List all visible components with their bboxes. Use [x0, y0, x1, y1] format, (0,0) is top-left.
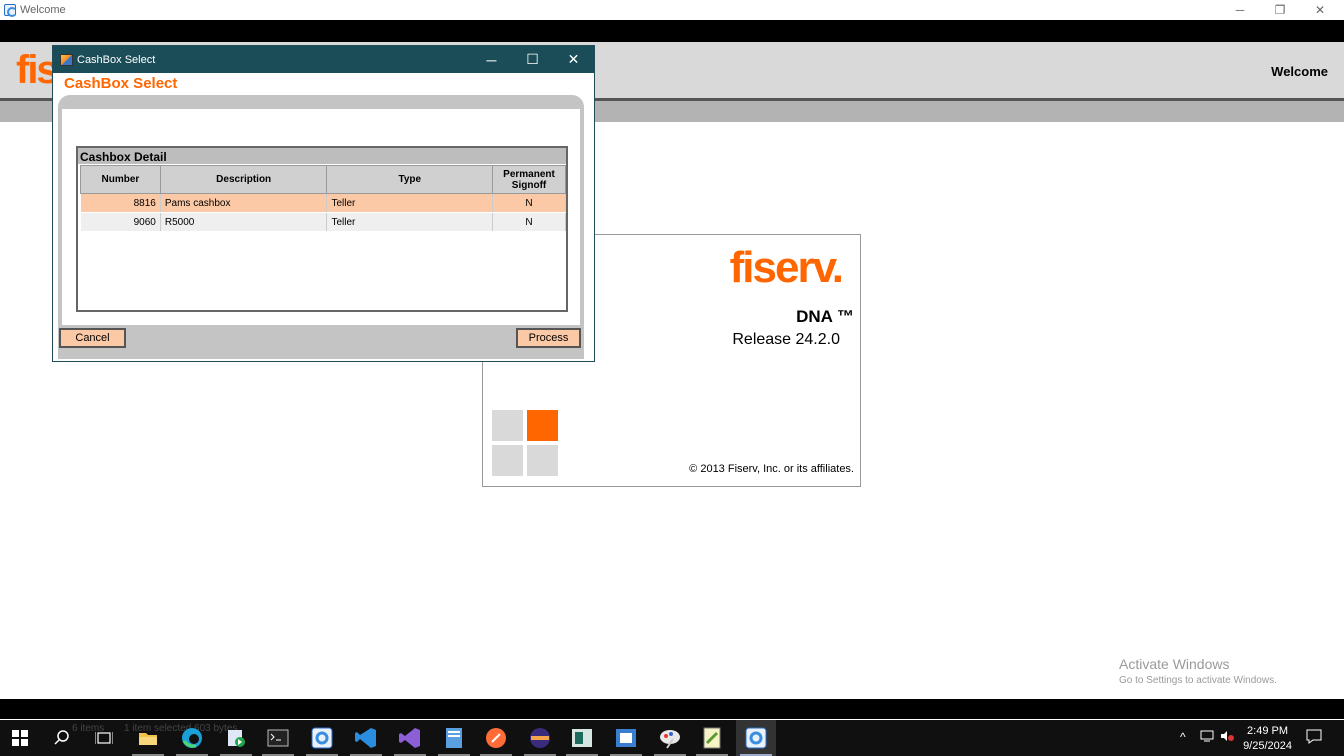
terminal-icon[interactable]	[258, 720, 298, 756]
paint-icon[interactable]	[650, 720, 690, 756]
dna-app-icon[interactable]	[302, 720, 342, 756]
activate-windows-watermark: Activate Windows Go to Settings to activ…	[1119, 656, 1277, 686]
cell-description: Pams cashbox	[160, 193, 328, 213]
store-icon[interactable]	[216, 720, 256, 756]
search-icon[interactable]	[42, 720, 82, 756]
watermark-line1: Activate Windows	[1119, 656, 1230, 672]
header-welcome: Welcome	[1271, 64, 1328, 79]
cashbox-detail-group: Cashbox Detail Number Description Type P…	[76, 146, 568, 312]
dialog-heading: CashBox Select	[64, 75, 178, 92]
app-icon-2[interactable]	[606, 720, 646, 756]
table-row[interactable]: 8816 Pams cashbox Teller N	[80, 193, 566, 213]
postman-icon[interactable]	[476, 720, 516, 756]
logo-square	[527, 445, 558, 476]
copyright-text: © 2013 Fiserv, Inc. or its affiliates.	[689, 463, 854, 475]
cell-number: 8816	[80, 193, 161, 213]
dialog-minimize-button[interactable]: ─	[471, 46, 512, 73]
logo-square-accent	[527, 410, 558, 441]
network-icon[interactable]	[1200, 730, 1214, 745]
process-button[interactable]: Process	[516, 328, 581, 348]
cell-permanent-signoff: N	[492, 193, 566, 213]
release-version: Release 24.2.0	[732, 331, 840, 348]
cell-type: Teller	[326, 212, 494, 232]
eclipse-icon[interactable]	[520, 720, 560, 756]
dialog-maximize-button[interactable]: ☐	[512, 46, 553, 73]
edge-icon[interactable]	[172, 720, 212, 756]
cell-description: R5000	[160, 212, 328, 232]
clock-date: 9/25/2024	[1243, 740, 1292, 752]
chevron-up-icon[interactable]: ^	[1180, 730, 1186, 744]
main-window-title: Welcome	[20, 4, 66, 16]
task-view-icon[interactable]	[84, 720, 124, 756]
app-icon	[4, 4, 17, 17]
dna-active-icon[interactable]	[736, 720, 776, 756]
column-header-permanent-signoff[interactable]: Permanent Signoff	[492, 165, 566, 194]
clock-time: 2:49 PM	[1247, 725, 1289, 737]
cashbox-grid: Number Description Type Permanent Signof…	[80, 165, 566, 232]
cell-type: Teller	[326, 193, 494, 213]
fiserv-logo: fiserv.	[729, 243, 844, 292]
column-header-description[interactable]: Description	[159, 165, 328, 194]
visual-studio-icon[interactable]	[390, 720, 430, 756]
toolbar-band	[0, 20, 1344, 42]
file-explorer-icon[interactable]	[128, 720, 168, 756]
table-row[interactable]: 9060 R5000 Teller N	[80, 212, 566, 232]
cell-number: 9060	[80, 212, 161, 232]
taskbar: 6 items 1 item selected 603 bytes ^ 2:49…	[0, 720, 1344, 756]
cell-permanent-signoff: N	[492, 212, 566, 232]
notepadpp-icon[interactable]	[692, 720, 732, 756]
status-band	[0, 699, 1344, 719]
clock[interactable]: 2:49 PM 9/25/2024	[1243, 724, 1292, 754]
column-header-label: Signoff	[511, 179, 547, 191]
logo-square	[492, 410, 523, 441]
start-icon[interactable]	[0, 720, 40, 756]
minimize-button[interactable]: ─	[1220, 0, 1260, 20]
column-header-number[interactable]: Number	[80, 165, 161, 194]
cashbox-detail-title: Cashbox Detail	[78, 148, 566, 164]
app-icon-1[interactable]	[562, 720, 602, 756]
notification-icon[interactable]	[1306, 728, 1322, 747]
notepad-icon[interactable]	[434, 720, 474, 756]
dialog-title-bar: CashBox Select ─ ☐ ✕	[53, 46, 594, 73]
dialog-close-button[interactable]: ✕	[553, 46, 594, 73]
column-header-type[interactable]: Type	[326, 165, 494, 194]
restore-button[interactable]: ❐	[1260, 0, 1300, 20]
close-button[interactable]: ✕	[1300, 0, 1340, 20]
vscode-icon[interactable]	[346, 720, 386, 756]
column-header-label: Permanent	[503, 168, 555, 180]
volume-muted-icon[interactable]	[1220, 730, 1234, 745]
dialog-window-title: CashBox Select	[77, 53, 156, 66]
product-name: DNA ™	[796, 307, 854, 326]
cashbox-select-dialog: CashBox Select ─ ☐ ✕ CashBox Select Cash…	[52, 45, 595, 362]
logo-square	[492, 445, 523, 476]
header-logo: fis	[16, 48, 59, 92]
watermark-line2: Go to Settings to activate Windows.	[1119, 675, 1277, 686]
dialog-app-icon	[60, 53, 73, 66]
cancel-button[interactable]: Cancel	[59, 328, 126, 348]
main-title-bar: Welcome ─ ❐ ✕	[0, 0, 1344, 20]
